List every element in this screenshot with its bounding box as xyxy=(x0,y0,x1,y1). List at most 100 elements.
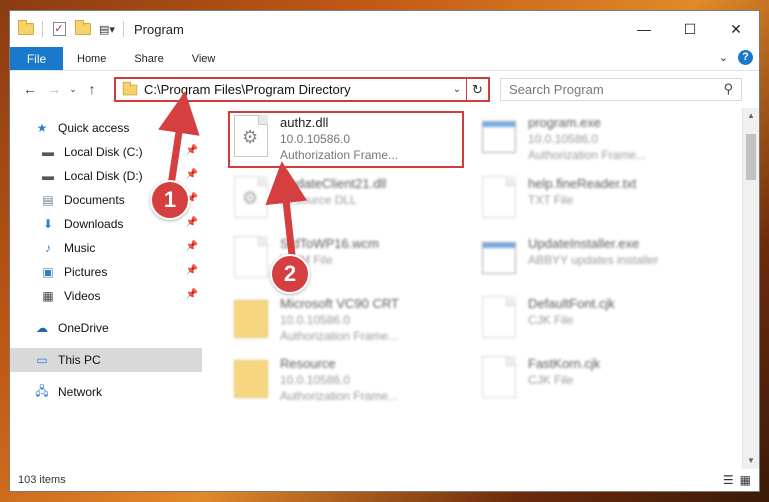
file-item-updateinstaller[interactable]: UpdateInstaller.exe ABBYY updates instal… xyxy=(478,234,714,290)
refresh-icon[interactable]: ↻ xyxy=(466,79,488,100)
drive-icon: ▬ xyxy=(42,169,54,183)
divider xyxy=(123,21,124,37)
file-item-updateclient[interactable]: ⚙ UpdateClient21.dll Resource DLL xyxy=(230,174,466,230)
tiles-view-icon[interactable]: ▦ xyxy=(740,473,751,487)
pin-icon[interactable]: 📌 xyxy=(186,289,198,300)
file-type: Resource DLL xyxy=(280,193,357,207)
minimize-button[interactable]: — xyxy=(621,11,667,47)
address-bar[interactable]: C:\Program Files\Program Directory ⌄ ↻ xyxy=(114,77,490,102)
file-name: StdToWP16.wcm xyxy=(280,236,379,251)
sidebar-item-label: Quick access xyxy=(58,121,130,135)
properties-icon[interactable]: ✓ xyxy=(51,22,67,36)
tab-share[interactable]: Share xyxy=(120,47,177,70)
navigation-pane: ★ Quick access ▬ Local Disk (C:) 📌 ▬ Loc… xyxy=(10,108,202,469)
scroll-down-icon[interactable]: ▼ xyxy=(743,453,759,469)
vertical-scrollbar[interactable]: ▲ ▼ xyxy=(742,108,759,469)
maximize-button[interactable]: ☐ xyxy=(667,11,713,47)
main-content: ★ Quick access ▬ Local Disk (C:) 📌 ▬ Loc… xyxy=(10,108,759,469)
pin-icon[interactable]: 📌 xyxy=(186,145,198,156)
file-item-resource[interactable]: Resource 10.0.10586.0 Authorization Fram… xyxy=(230,354,466,410)
expand-ribbon-icon[interactable]: ⌄ xyxy=(719,51,728,64)
file-item-program-exe[interactable]: program.exe 10.0.10586.0 Authorization F… xyxy=(478,113,714,169)
file-item-defaultfont[interactable]: DefaultFont.cjk CJK File xyxy=(478,294,714,350)
status-bar: 103 items ☰ ▦ xyxy=(10,469,759,491)
folder-icon xyxy=(234,296,274,340)
pin-icon[interactable]: 📌 xyxy=(186,265,198,276)
computer-icon: ▭ xyxy=(36,353,48,367)
pictures-icon: ▣ xyxy=(42,265,54,279)
folder-icon xyxy=(234,356,274,400)
file-description: Authorization Frame... xyxy=(280,329,399,343)
sidebar-item-network[interactable]: 🖧 Network xyxy=(10,380,202,404)
title-bar: ✓ ▤▾ Program — ☐ ✕ xyxy=(10,11,759,47)
help-icon[interactable]: ? xyxy=(738,50,753,65)
tab-home[interactable]: Home xyxy=(63,47,120,70)
window-controls: — ☐ ✕ xyxy=(621,11,759,47)
sidebar-item-quick-access[interactable]: ★ Quick access xyxy=(10,116,202,140)
back-arrow-icon[interactable]: ← xyxy=(18,81,42,97)
sidebar-item-label: This PC xyxy=(58,353,101,367)
file-name: help.fineReader.txt xyxy=(528,176,637,191)
sidebar-item-videos[interactable]: ▦ Videos 📌 xyxy=(10,284,202,308)
file-icon xyxy=(234,236,274,280)
file-icon xyxy=(482,356,522,400)
highlight-box xyxy=(228,111,464,168)
explorer-window: ✓ ▤▾ Program — ☐ ✕ File Home Share View … xyxy=(9,10,760,492)
recent-dropdown-icon[interactable]: ⌄ xyxy=(66,84,80,95)
documents-icon: ▤ xyxy=(42,193,54,207)
sidebar-item-label: Downloads xyxy=(64,217,124,231)
file-description: ABBYY updates installer xyxy=(528,253,659,267)
pin-icon[interactable]: 📌 xyxy=(186,169,198,180)
dll-file-icon: ⚙ xyxy=(234,176,274,220)
new-folder-icon[interactable] xyxy=(75,20,91,36)
callout-two: 2 xyxy=(270,254,310,294)
sidebar-item-label: OneDrive xyxy=(58,321,109,335)
ribbon-right: ⌄ ? xyxy=(719,50,753,65)
up-arrow-icon[interactable]: ↑ xyxy=(80,81,104,97)
details-view-icon[interactable]: ☰ xyxy=(723,473,734,487)
sidebar-item-label: Local Disk (D:) xyxy=(64,169,143,183)
file-name: Resource xyxy=(280,356,336,371)
sidebar-item-local-disk-c[interactable]: ▬ Local Disk (C:) 📌 xyxy=(10,140,202,164)
view-buttons: ☰ ▦ xyxy=(723,473,751,487)
file-name: UpdateInstaller.exe xyxy=(528,236,640,251)
file-item-fastkorn[interactable]: FastKorn.cjk CJK File xyxy=(478,354,714,410)
forward-arrow-icon[interactable]: → xyxy=(42,81,66,97)
chevron-down-icon[interactable]: ⌄ xyxy=(448,84,466,95)
item-count: 103 items xyxy=(18,474,66,486)
sidebar-item-pictures[interactable]: ▣ Pictures 📌 xyxy=(10,260,202,284)
divider xyxy=(42,21,43,37)
folder-icon xyxy=(122,81,138,95)
customize-icon[interactable]: ▤▾ xyxy=(99,22,115,36)
music-icon: ♪ xyxy=(45,241,51,255)
file-item-vc90-crt[interactable]: Microsoft VC90 CRT 10.0.10586.0 Authoriz… xyxy=(230,294,466,350)
sidebar-item-this-pc[interactable]: ▭ This PC xyxy=(10,348,202,372)
search-icon[interactable]: ⚲ xyxy=(723,81,733,97)
close-button[interactable]: ✕ xyxy=(713,11,759,47)
file-type: TXT File xyxy=(528,193,574,207)
file-type: CJK File xyxy=(528,313,574,327)
tab-file[interactable]: File xyxy=(10,47,63,70)
sidebar-item-music[interactable]: ♪ Music 📌 xyxy=(10,236,202,260)
network-icon: 🖧 xyxy=(35,383,49,398)
pin-icon[interactable]: 📌 xyxy=(186,217,198,228)
tab-view[interactable]: View xyxy=(178,47,230,70)
scroll-up-icon[interactable]: ▲ xyxy=(743,108,759,124)
sidebar-item-onedrive[interactable]: ☁ OneDrive xyxy=(10,316,202,340)
pin-icon[interactable]: 📌 xyxy=(186,241,198,252)
file-icon xyxy=(482,296,522,340)
folder-icon xyxy=(18,20,34,36)
file-name: DefaultFont.cjk xyxy=(528,296,615,311)
file-item-stdtowp16[interactable]: StdToWP16.wcm WCM File xyxy=(230,234,466,290)
address-path[interactable]: C:\Program Files\Program Directory xyxy=(144,82,448,97)
file-name: FastKorn.cjk xyxy=(528,356,601,371)
search-input[interactable]: Search Program ⚲ xyxy=(500,78,742,101)
file-name: program.exe xyxy=(528,115,601,130)
star-icon: ★ xyxy=(36,121,48,135)
search-placeholder: Search Program xyxy=(509,82,604,97)
file-type: CJK File xyxy=(528,373,574,387)
file-name: UpdateClient21.dll xyxy=(280,176,387,191)
file-item-help-txt[interactable]: help.fineReader.txt TXT File xyxy=(478,174,714,230)
sidebar-item-label: Videos xyxy=(64,289,101,303)
scroll-thumb[interactable] xyxy=(746,134,756,180)
